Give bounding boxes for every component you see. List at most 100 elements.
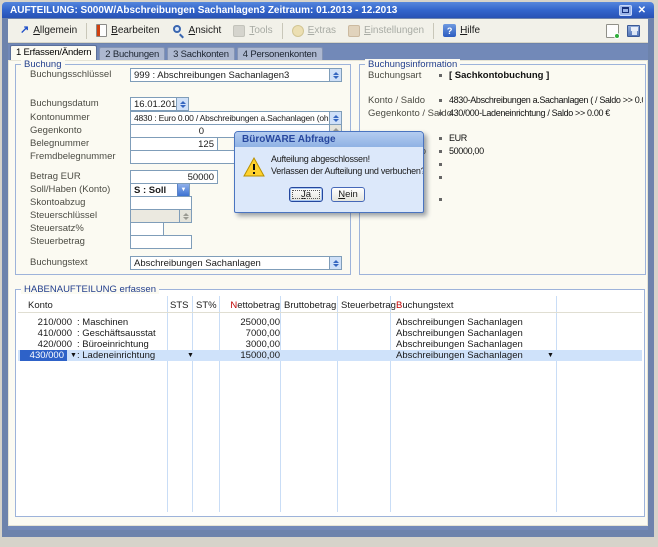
bullet-icon: [439, 176, 442, 179]
window-frame: ↗ Allgemein Bearbeiten Ansicht Tools Ext…: [2, 18, 654, 537]
konto-saldo-value: 4830-Abschreibungen a.Sachanlagen ( / Sa…: [449, 95, 643, 105]
bullet-icon: [439, 137, 442, 140]
bullet-icon: [439, 198, 442, 201]
menu-bar: ↗ Allgemein Bearbeiten Ansicht Tools Ext…: [8, 19, 648, 43]
menu-item-tools: Tools: [227, 23, 278, 39]
dialog-message-line2: Verlassen der Aufteilung und verbuchen?: [271, 165, 423, 177]
verify-document-icon[interactable]: [606, 24, 619, 38]
bullet-icon: [439, 150, 442, 153]
belegnummer-field[interactable]: 125: [130, 137, 218, 151]
sollhaben-dropdown[interactable]: S : Soll: [130, 183, 190, 197]
spinner-icon[interactable]: [329, 112, 341, 124]
tab-sachkonten[interactable]: 3 Sachkonten: [167, 47, 235, 60]
col-steuer: Steuerbetrag: [341, 300, 399, 311]
dropdown-arrow-icon[interactable]: ▼: [547, 350, 554, 361]
field-label: Steuerschlüssel: [30, 210, 97, 221]
field-label: Buchungsschlüssel: [30, 69, 111, 80]
kontonummer-combobox[interactable]: 4830 : Euro 0.00 / Abschreibungen a.Sach…: [130, 111, 342, 125]
table-row[interactable]: 210/000 : Maschinen 25000,00 Abschreibun…: [18, 317, 642, 328]
spinner-icon[interactable]: [329, 257, 341, 269]
notebook-icon: [96, 24, 107, 37]
col-sts: STS: [170, 300, 188, 311]
bullet-icon: [439, 163, 442, 166]
magnifier-icon: [172, 24, 185, 37]
field-label: Steuerbetrag: [30, 236, 85, 247]
menu-item-hilfe[interactable]: ? Hilfe: [437, 22, 486, 39]
menu-separator: [282, 23, 283, 39]
app-window: AUFTEILUNG: S000W/Abschreibungen Sachanl…: [2, 2, 654, 537]
menu-item-extras: Extras: [286, 23, 342, 39]
dialog-title: BüroWARE Abfrage: [235, 132, 423, 147]
gegenkonto-saldo-value: 430/000-Ladeneinrichtung / Saldo >> 0.00…: [449, 108, 643, 118]
help-icon: ?: [443, 24, 456, 37]
table-row[interactable]: 410/000 : Geschäftsausstat 7000,00 Absch…: [18, 328, 642, 339]
steuerschluessel-combobox: [130, 209, 192, 223]
tab-personenkonten[interactable]: 4 Personenkonten: [237, 47, 323, 60]
yes-button[interactable]: Ja: [289, 187, 323, 202]
spinner-icon[interactable]: [329, 69, 341, 81]
main-panel: Buchung Buchungsschlüssel 999 : Abschrei…: [8, 60, 648, 526]
field-label: Soll/Haben (Konto): [30, 184, 110, 195]
tab-bar: 1 Erfassen/Ändern 2 Buchungen 3 Sachkont…: [10, 45, 323, 60]
dropdown-arrow-icon[interactable]: ▼: [70, 350, 77, 361]
field-label: Betrag EUR: [30, 171, 81, 182]
bullet-icon: [439, 99, 442, 102]
col-konto: Konto: [28, 300, 53, 311]
restore-icon[interactable]: [619, 5, 632, 16]
menu-separator: [86, 23, 87, 39]
group-label: Buchungsinformation: [365, 59, 460, 70]
menu-item-bearbeiten[interactable]: Bearbeiten: [90, 22, 165, 39]
tab-buchungen[interactable]: 2 Buchungen: [99, 47, 165, 60]
waehrung-value: EUR: [449, 133, 643, 143]
betrag-field[interactable]: 50000: [130, 170, 218, 184]
field-label: Gegenkonto: [30, 125, 82, 136]
selected-konto-cell[interactable]: 430/000: [20, 350, 67, 361]
title-bar: AUFTEILUNG: S000W/Abschreibungen Sachanl…: [2, 2, 654, 18]
summe-netto-value: 50000,00: [449, 146, 643, 156]
buchungsdatum-field[interactable]: 16.01.2013 /Mi: [130, 97, 189, 111]
field-label: Steuersatz%: [30, 223, 84, 234]
menu-item-ansicht[interactable]: Ansicht: [166, 22, 228, 39]
steuersatz-field[interactable]: [130, 222, 164, 236]
table-row[interactable]: 420/000 : Büroeinrichtung 3000,00 Abschr…: [18, 339, 642, 350]
spinner-icon: [179, 210, 191, 222]
arrow-ne-icon: ↗: [20, 25, 29, 36]
dialog-message-line1: Aufteilung abgeschlossen!: [271, 153, 423, 165]
field-label: Buchungsdatum: [30, 98, 99, 109]
menu-separator: [433, 23, 434, 39]
steuerbetrag-field[interactable]: [130, 235, 192, 249]
spinner-icon[interactable]: [176, 98, 188, 110]
skontoabzug-field[interactable]: [130, 196, 192, 210]
no-button[interactable]: Nein: [331, 187, 365, 202]
aufteilung-table: Konto STS ST% Nettobetrag Bruttobetrag S…: [18, 294, 642, 514]
field-label: Buchungstext: [30, 257, 88, 268]
window-title: AUFTEILUNG: S000W/Abschreibungen Sachanl…: [2, 5, 619, 16]
save-icon[interactable]: [627, 25, 640, 37]
dropdown-arrow-icon[interactable]: [177, 184, 189, 196]
settings-icon: [348, 25, 360, 37]
close-icon[interactable]: ✕: [636, 5, 648, 16]
menu-item-allgemein[interactable]: ↗ Allgemein: [14, 23, 83, 38]
bullet-icon: [439, 74, 442, 77]
tools-icon: [233, 25, 245, 37]
dropdown-arrow-icon[interactable]: ▼: [187, 350, 194, 361]
tab-erfassen-aendern[interactable]: 1 Erfassen/Ändern: [10, 45, 97, 60]
field-label: Belegnummer: [30, 138, 89, 149]
buchungsart-value: [ Sachkontobuchung ]: [449, 70, 643, 81]
field-label: Fremdbelegnummer: [30, 151, 116, 162]
bullet-icon: [439, 112, 442, 115]
client-area: 1 Erfassen/Ändern 2 Buchungen 3 Sachkont…: [8, 44, 648, 530]
field-label: Skontoabzug: [30, 197, 85, 208]
col-text: Buchungstext: [396, 300, 454, 311]
field-label: Kontonummer: [30, 112, 90, 123]
buchungsschluessel-combobox[interactable]: 999 : Abschreibungen Sachanlagen3: [130, 68, 342, 82]
table-row-selected[interactable]: 430/000 ▼ : Ladeneinrichtung ▼ 15000,00 …: [18, 350, 642, 361]
dialog-message: Aufteilung abgeschlossen! Verlassen der …: [271, 153, 423, 177]
buchungstext-combobox[interactable]: Abschreibungen Sachanlagen: [130, 256, 342, 270]
menu-item-einstellungen: Einstellungen: [342, 23, 430, 39]
table-header: Konto STS ST% Nettobetrag Bruttobetrag S…: [18, 300, 642, 313]
col-brutto: Bruttobetrag: [284, 300, 342, 311]
confirm-dialog: BüroWARE Abfrage Aufteilung abgeschlosse…: [234, 131, 424, 213]
extras-icon: [292, 25, 304, 37]
col-netto: Nettobetrag: [222, 300, 280, 311]
